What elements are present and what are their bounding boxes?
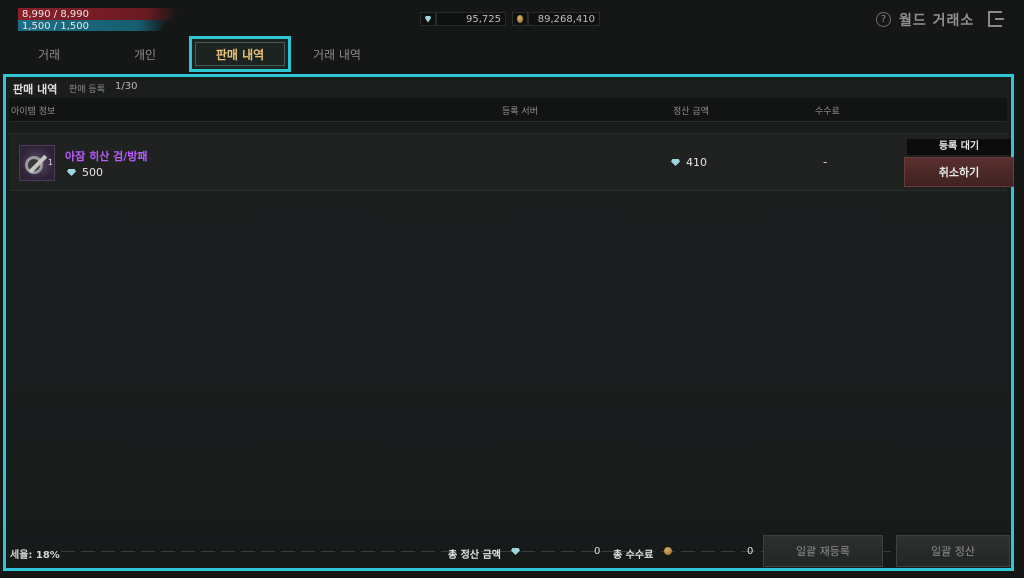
item-name: 아잠 히산 검/방패 [65, 150, 148, 163]
gem-icon [425, 15, 431, 23]
bulk-reregister-button[interactable]: 일괄 재등록 [763, 535, 883, 567]
tab-trade-history[interactable]: 거래 내역 [300, 36, 374, 72]
tab-trade[interactable]: 거래 [12, 36, 86, 72]
player-stats: 8,990 / 8,990 1,500 / 1,500 [18, 8, 178, 32]
total-fee-label: 총 수수료 [613, 550, 654, 561]
listing-count: 1/30 [115, 81, 138, 92]
settle-amount-value: 410 [686, 156, 707, 169]
gold-coin-icon [664, 547, 672, 555]
item-badge: 1 [47, 158, 53, 167]
gold-slot [512, 12, 528, 26]
gem-slot [420, 12, 436, 26]
tab-sales-history[interactable]: 판매 내역 [189, 36, 291, 72]
page-title: 월드 거래소 [899, 13, 975, 29]
total-settle-value: 0 [594, 546, 601, 557]
sword-shield-icon: 1 [19, 145, 55, 181]
total-fee-value: 0 [747, 546, 754, 557]
table-row[interactable]: 1 아잠 히산 검/방패 500 410 - 등록 대기 취소하기 [9, 133, 1014, 191]
tab-bar: 거래 개인 판매 내역 거래 내역 [0, 36, 1024, 72]
cancel-button[interactable]: 취소하기 [904, 157, 1014, 187]
tab-sales-history-label: 판매 내역 [215, 47, 265, 62]
gold-currency: 89,268,410 [512, 12, 600, 26]
status-badge: 등록 대기 [907, 139, 1011, 155]
gold-coin-icon [517, 15, 523, 23]
gem-icon [67, 169, 76, 176]
mp-text: 1,500 / 1,500 [22, 21, 89, 32]
panel-title: 판매 내역 [13, 83, 58, 96]
bulk-settle-button[interactable]: 일괄 정산 [896, 535, 1010, 567]
hp-text: 8,990 / 8,990 [22, 9, 89, 20]
footer: 세율: 18% 총 정산 금액 0 총 수수료 0 일괄 재등록 일괄 정산 [6, 533, 1011, 569]
fee-value: - [823, 155, 828, 169]
exit-icon[interactable] [988, 11, 1004, 27]
col-server: 등록 서버 [502, 107, 538, 117]
gem-amount: 95,725 [436, 12, 506, 26]
table-header: 아이템 정보 등록 서버 정산 금액 수수료 [9, 98, 1007, 122]
help-icon[interactable]: ? [876, 12, 891, 27]
gem-icon [511, 548, 520, 555]
tab-personal[interactable]: 개인 [108, 36, 182, 72]
gem-icon [671, 159, 680, 166]
panel-subtitle: 판매 등록 [69, 85, 105, 95]
col-item-info: 아이템 정보 [11, 107, 56, 117]
item-price: 500 [67, 166, 103, 179]
col-fee: 수수료 [815, 107, 840, 117]
col-settle-amount: 정산 금액 [673, 107, 709, 117]
settle-amount: 410 [671, 156, 707, 169]
gold-amount: 89,268,410 [528, 12, 600, 26]
sales-history-panel: 판매 내역 판매 등록 1/30 아이템 정보 등록 서버 정산 금액 수수료 … [3, 74, 1014, 571]
total-settle-label: 총 정산 금액 [448, 550, 501, 561]
tax-rate: 세율: 18% [10, 550, 60, 561]
item-price-value: 500 [82, 166, 103, 179]
gem-currency: 95,725 [420, 12, 506, 26]
